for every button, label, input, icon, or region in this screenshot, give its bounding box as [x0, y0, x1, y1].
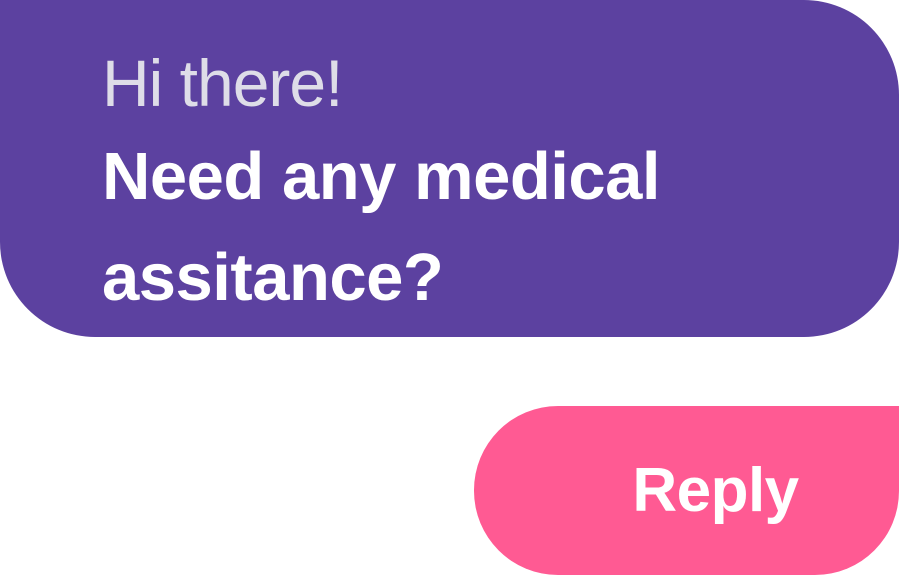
chat-screen: Hi there! Need any medical assitance? Re…	[0, 0, 899, 575]
message-question: Need any medical assitance?	[102, 139, 661, 315]
reply-button[interactable]: Reply	[474, 406, 899, 575]
message-greeting: Hi there!	[102, 46, 343, 120]
incoming-message-bubble: Hi there! Need any medical assitance?	[0, 0, 899, 337]
reply-button-label: Reply	[632, 455, 799, 525]
